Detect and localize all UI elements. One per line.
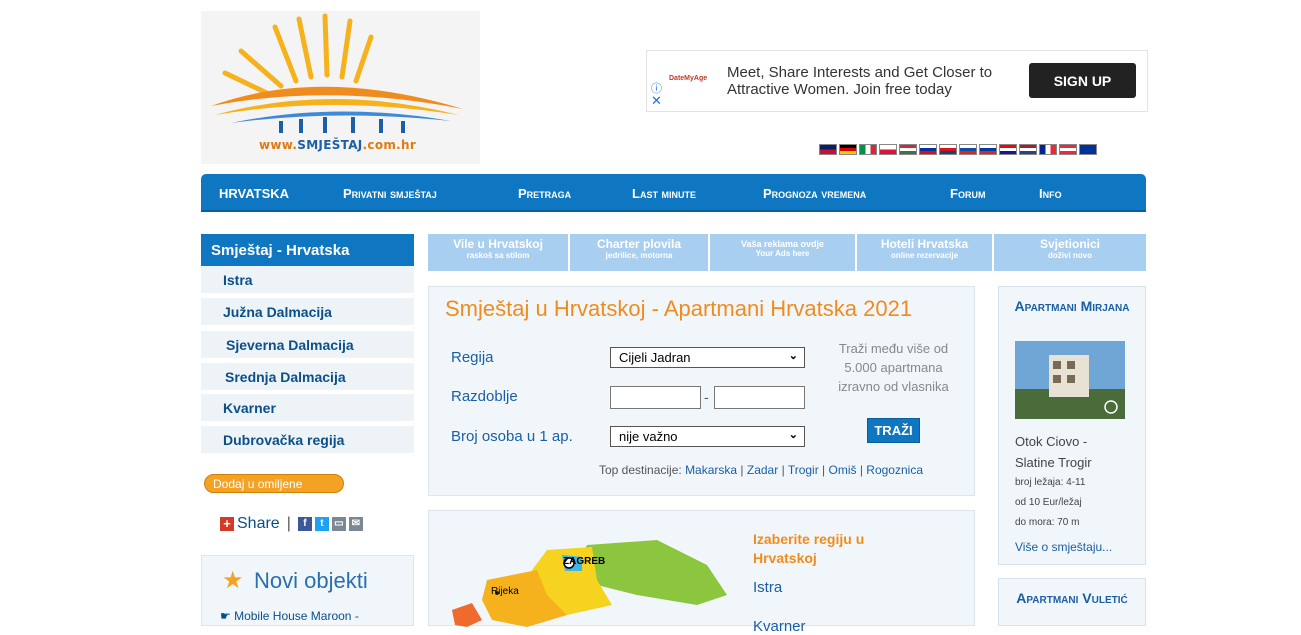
listing-place-2: Slatine Trogir: [1015, 455, 1092, 470]
chevron-down-icon: ⌄: [788, 350, 798, 362]
persons-select[interactable]: nije važno ⌄: [610, 426, 805, 447]
flag-fr-icon[interactable]: [1039, 144, 1057, 155]
sidebar-item-kvarner[interactable]: Kvarner: [201, 394, 414, 423]
site-logo[interactable]: www.SMJEŠTAJ.com.hr: [201, 11, 480, 164]
flag-it-icon[interactable]: [859, 144, 877, 155]
dest-trogir[interactable]: Trogir: [788, 463, 819, 477]
region-select[interactable]: Cijeli Jadran ⌄: [610, 347, 805, 368]
region-map-box: ZAGREB Rijeka Izaberite regiju u Hrvatsk…: [428, 510, 975, 635]
share-bar: + Share | f t ▭ ✉: [220, 515, 363, 533]
share-separator: |: [286, 515, 291, 532]
flag-hr-icon[interactable]: [999, 144, 1017, 155]
flag-cz-icon[interactable]: [939, 144, 957, 155]
strip-svjetionici[interactable]: Svjetionici doživi novo: [994, 234, 1146, 271]
logo-text: www.SMJEŠTAJ.com.hr: [259, 138, 417, 152]
flag-ru-icon[interactable]: [979, 144, 997, 155]
persons-label: Broj osoba u 1 ap.: [451, 428, 573, 445]
sun-logo-icon: [211, 13, 463, 133]
dest-rogoznica[interactable]: Rogoznica: [866, 463, 923, 477]
listing-place-1: Otok Ciovo -: [1015, 434, 1088, 449]
search-title: Smještaj u Hrvatskoj - Apartmani Hrvatsk…: [445, 296, 913, 321]
strip-vile[interactable]: Vile u Hrvatskoj raskoš sa stilom: [428, 234, 570, 271]
flag-gb-icon[interactable]: [819, 144, 837, 155]
strip-reklama[interactable]: Vaša reklama ovdje Your Ads here: [710, 234, 857, 271]
sidebar-item-istra[interactable]: Istra: [201, 266, 414, 295]
top-destinations: Top destinacije: Makarska | Zadar | Trog…: [599, 463, 923, 477]
date-from-input[interactable]: [610, 386, 701, 409]
flag-sk-icon[interactable]: [959, 144, 977, 155]
print-icon[interactable]: ▭: [331, 517, 346, 531]
nav-forum[interactable]: Forum: [950, 186, 985, 201]
language-flags: [819, 144, 1097, 155]
nav-prognoza-vremena[interactable]: Prognoza vremena: [763, 186, 866, 201]
search-button[interactable]: TRAŽI: [867, 418, 920, 443]
map-label-rijeka: Rijeka: [491, 586, 519, 597]
flag-pl-icon[interactable]: [879, 144, 897, 155]
sidebar-item-sjeverna-dalmacija[interactable]: Sjeverna Dalmacija: [201, 331, 414, 360]
map-link-istra[interactable]: Istra: [753, 579, 782, 596]
sidebar-heading: Smještaj - Hrvatska: [201, 234, 414, 276]
nav-hrvatska[interactable]: HRVATSKA: [219, 186, 289, 201]
share-link[interactable]: Share: [237, 515, 280, 533]
flag-at-icon[interactable]: [1059, 144, 1077, 155]
star-icon: ★: [222, 567, 244, 594]
ad-close-icon[interactable]: ✕: [651, 93, 662, 109]
strip-charter[interactable]: Charter plovila jedrilice, motorna: [570, 234, 710, 271]
croatia-map[interactable]: [437, 525, 737, 627]
region-label: Regija: [451, 349, 494, 366]
listing-beds: broj ležaja: 4-11: [1015, 477, 1086, 488]
dest-zadar[interactable]: Zadar: [747, 463, 778, 477]
new-listings-box: ★ Novi objekti ☛ Mobile House Maroon -: [201, 555, 414, 626]
period-separator: -: [704, 389, 709, 405]
sidebar-item-srednja-dalmacija[interactable]: Srednja Dalmacija: [201, 363, 414, 392]
nav-privatni-smjestaj[interactable]: Privatni smještaj: [343, 186, 437, 201]
facebook-icon[interactable]: f: [297, 517, 312, 531]
map-link-kvarner[interactable]: Kvarner: [753, 618, 806, 635]
sidebar-item-juzna-dalmacija[interactable]: Južna Dalmacija: [201, 298, 414, 327]
chevron-down-icon: ⌄: [788, 429, 798, 441]
date-to-input[interactable]: [714, 386, 805, 409]
listing-card[interactable]: Apartmani Mirjana Otok Ciovo - Slatine T…: [998, 286, 1146, 565]
dest-omis[interactable]: Omiš: [829, 463, 857, 477]
twitter-icon[interactable]: t: [314, 517, 329, 531]
flag-eu-icon[interactable]: [1079, 144, 1097, 155]
strip-hoteli[interactable]: Hoteli Hrvatska online rezervacije: [857, 234, 994, 271]
nav-last-minute[interactable]: Last minute: [632, 186, 696, 201]
new-listings-title: Novi objekti: [254, 568, 368, 593]
listing-title[interactable]: Apartmani Vuletić: [999, 589, 1145, 607]
nav-pretraga[interactable]: Pretraga: [518, 186, 571, 201]
flag-de-icon[interactable]: [839, 144, 857, 155]
map-heading: Izaberite regiju u Hrvatskoj: [753, 531, 865, 566]
search-hint: Traži među više od 5.000 apartmana izrav…: [838, 341, 949, 394]
sidebar-item-dubrovacka-regija[interactable]: Dubrovačka regija: [201, 426, 414, 455]
listing-title[interactable]: Apartmani Mirjana: [999, 297, 1145, 315]
ad-text[interactable]: Meet, Share Interests and Get Closer to …: [727, 64, 1017, 98]
listing-more-link[interactable]: Više o smještaju...: [1015, 540, 1112, 554]
search-box: Smještaj u Hrvatskoj - Apartmani Hrvatsk…: [428, 286, 975, 496]
flag-nl-icon[interactable]: [1019, 144, 1037, 155]
listing-price: od 10 Eur/ležaj: [1015, 497, 1082, 508]
period-label: Razdoblje: [451, 388, 518, 405]
ad-banner[interactable]: ⓘ ✕ DateMyAge Meet, Share Interests and …: [646, 50, 1148, 112]
listing-sea: do mora: 70 m: [1015, 517, 1080, 528]
email-icon[interactable]: ✉: [348, 517, 363, 531]
listing-photo[interactable]: [1015, 341, 1125, 419]
nav-info[interactable]: Info: [1039, 186, 1062, 201]
listing-card[interactable]: Apartmani Vuletić: [998, 578, 1146, 626]
add-to-favorites-button[interactable]: Dodaj u omiljene: [204, 474, 344, 493]
new-listing-link[interactable]: ☛ Mobile House Maroon -: [220, 609, 359, 623]
ad-brand: DateMyAge: [669, 75, 708, 82]
dest-makarska[interactable]: Makarska: [685, 463, 737, 477]
ad-signup-button[interactable]: SIGN UP: [1029, 63, 1136, 98]
flag-si-icon[interactable]: [919, 144, 937, 155]
flag-hu-icon[interactable]: [899, 144, 917, 155]
main-nav: HRVATSKA Privatni smještaj Pretraga Last…: [201, 174, 1146, 212]
map-label-zagreb: ZAGREB: [563, 556, 606, 567]
plus-icon[interactable]: +: [220, 517, 234, 531]
